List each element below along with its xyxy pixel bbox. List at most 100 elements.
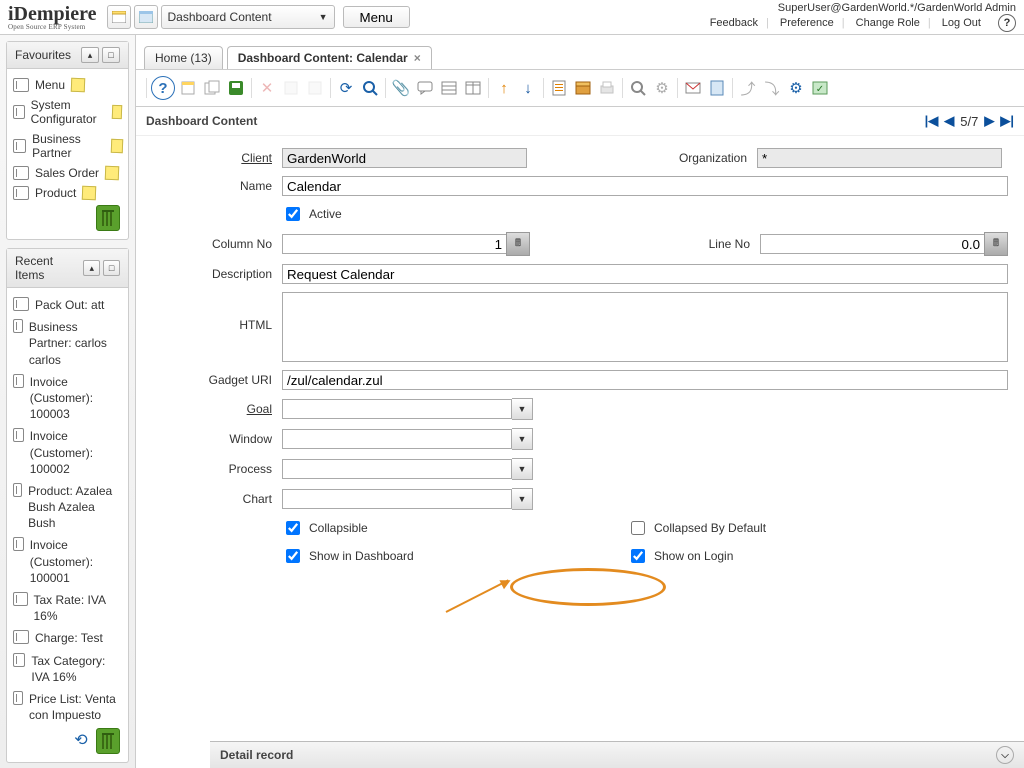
favourite-item[interactable]: Business Partner: [13, 129, 122, 163]
refresh-icon[interactable]: ⟳: [335, 77, 357, 99]
zoom-across-icon[interactable]: [627, 77, 649, 99]
recent-item[interactable]: Pack Out: att: [13, 294, 122, 316]
collapsible-checkbox[interactable]: Collapsible: [282, 518, 527, 538]
new-window-icon[interactable]: [107, 5, 131, 29]
column-no-field[interactable]: [282, 234, 507, 254]
preference-link[interactable]: Preference: [780, 17, 834, 29]
recent-item[interactable]: Invoice (Customer): 100001: [13, 534, 122, 589]
parent-record-icon[interactable]: ↑: [493, 77, 515, 99]
line-no-field[interactable]: [760, 234, 985, 254]
process-label: Process: [152, 462, 282, 476]
attachment-icon[interactable]: 📎: [390, 77, 412, 99]
lookup-icon[interactable]: [359, 77, 381, 99]
help-icon[interactable]: ?: [998, 14, 1016, 32]
goal-select[interactable]: ▼: [282, 398, 533, 420]
recent-item[interactable]: Business Partner: carlos carlos: [13, 316, 122, 371]
prev-record-icon[interactable]: ◀: [944, 113, 954, 129]
recent-item[interactable]: Invoice (Customer): 100003: [13, 371, 122, 426]
print-icon[interactable]: [596, 77, 618, 99]
change-role-link[interactable]: Change Role: [856, 17, 920, 29]
favourite-item[interactable]: Product: [13, 183, 122, 203]
annotation-arrow: [446, 579, 509, 613]
collapse-icon[interactable]: ▴: [83, 260, 100, 276]
window-selector[interactable]: Dashboard Content▼: [161, 5, 335, 29]
trash-icon[interactable]: [96, 728, 120, 754]
first-record-icon[interactable]: |◀: [925, 113, 939, 129]
html-field[interactable]: [282, 292, 1008, 362]
collapse-icon[interactable]: ▴: [81, 47, 99, 63]
chart-label: Chart: [152, 492, 282, 506]
recent-item[interactable]: Tax Rate: IVA 16%: [13, 589, 122, 627]
recent-item[interactable]: Product: Azalea Bush Azalea Bush: [13, 480, 122, 535]
help-toolbar-icon[interactable]: ?: [151, 76, 175, 100]
history-icon[interactable]: [462, 77, 484, 99]
recent-label: Tax Category: IVA 16%: [31, 653, 122, 685]
next-record-icon[interactable]: ▶: [984, 113, 994, 129]
show-in-dashboard-checkbox[interactable]: Show in Dashboard: [282, 546, 527, 566]
window-label: Window: [152, 432, 282, 446]
active-checkbox[interactable]: Active: [282, 204, 342, 224]
chat-icon[interactable]: [414, 77, 436, 99]
open-window-icon[interactable]: [134, 5, 158, 29]
workflow-icon[interactable]: ⚙: [651, 77, 673, 99]
refresh-icon[interactable]: ⟲: [70, 728, 92, 752]
chart-select[interactable]: ▼: [282, 488, 533, 510]
tab-home[interactable]: Home (13): [144, 46, 223, 69]
favourite-item[interactable]: Sales Order: [13, 163, 122, 183]
window-icon: [13, 297, 29, 311]
product-info-icon[interactable]: [706, 77, 728, 99]
menu-button[interactable]: Menu: [343, 6, 410, 28]
recent-item[interactable]: Invoice (Customer): 100002: [13, 425, 122, 480]
gadget-uri-field[interactable]: [282, 370, 1008, 390]
window-icon: [13, 374, 24, 388]
maximize-icon[interactable]: □: [103, 260, 120, 276]
report-icon[interactable]: [548, 77, 570, 99]
collapsed-by-default-checkbox[interactable]: Collapsed By Default: [627, 518, 766, 538]
process-icon[interactable]: ⚙: [785, 77, 807, 99]
last-record-icon[interactable]: ▶|: [1000, 113, 1014, 129]
window-select[interactable]: ▼: [282, 428, 533, 450]
recent-label: Charge: Test: [35, 630, 103, 646]
grid-toggle-icon[interactable]: [438, 77, 460, 99]
process-select[interactable]: ▼: [282, 458, 533, 480]
window-icon: [13, 537, 24, 551]
trash-icon[interactable]: [96, 205, 120, 231]
delete-icon[interactable]: ✕: [256, 77, 278, 99]
name-label: Name: [152, 179, 282, 193]
undo-icon[interactable]: [280, 77, 302, 99]
archive-icon[interactable]: [572, 77, 594, 99]
logout-link[interactable]: Log Out: [942, 17, 981, 29]
calculator-icon[interactable]: 🖩: [506, 232, 530, 256]
organization-field: [757, 148, 1002, 168]
copy-record-icon[interactable]: [201, 77, 223, 99]
recent-item[interactable]: Price List: Venta con Impuesto: [13, 688, 122, 726]
tab-dashboard-content[interactable]: Dashboard Content: Calendar×: [227, 46, 432, 69]
customize-icon[interactable]: ✓: [809, 77, 831, 99]
recent-label: Price List: Venta con Impuesto: [29, 691, 122, 723]
breadcrumb: Dashboard Content: [146, 114, 257, 128]
detail-record-icon[interactable]: ↓: [517, 77, 539, 99]
calculator-icon[interactable]: 🖩: [984, 232, 1008, 256]
ignore-icon[interactable]: [304, 77, 326, 99]
favourite-item[interactable]: System Configurator: [13, 95, 122, 129]
maximize-icon[interactable]: □: [102, 47, 120, 63]
export-icon[interactable]: ⤴: [737, 77, 759, 99]
recent-label: Product: Azalea Bush Azalea Bush: [28, 483, 122, 532]
recent-item[interactable]: Tax Category: IVA 16%: [13, 650, 122, 688]
import-icon[interactable]: ⤵: [761, 77, 783, 99]
request-icon[interactable]: [682, 77, 704, 99]
recent-item[interactable]: Charge: Test: [13, 627, 122, 649]
new-record-icon[interactable]: [177, 77, 199, 99]
note-icon: [71, 78, 85, 92]
expand-icon[interactable]: ⌵: [996, 746, 1014, 764]
description-field[interactable]: [282, 264, 1008, 284]
window-icon: [13, 630, 29, 644]
save-icon[interactable]: [225, 77, 247, 99]
close-icon[interactable]: ×: [414, 51, 421, 65]
column-no-label: Column No: [152, 237, 282, 251]
favourite-item[interactable]: Menu: [13, 75, 122, 95]
window-icon: [13, 166, 29, 180]
show-on-login-checkbox[interactable]: Show on Login: [627, 546, 733, 566]
feedback-link[interactable]: Feedback: [710, 17, 758, 29]
name-field[interactable]: [282, 176, 1008, 196]
